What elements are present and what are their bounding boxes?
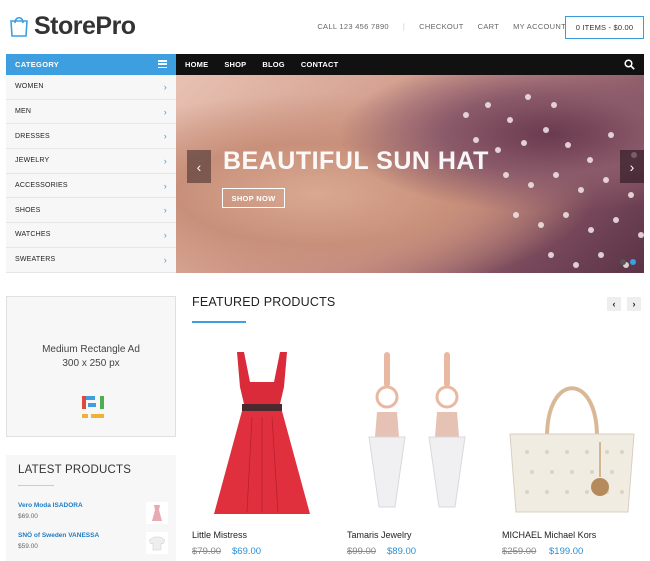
top-navigation: CALL 123 456 7890 | CHECKOUT CART MY ACC… [317,22,566,31]
nav-item-blog[interactable]: BLOG [262,60,284,69]
ad-title: Medium Rectangle Ad [42,344,140,355]
featured-products-title: FEATURED PRODUCTS [192,295,336,309]
my-account-link[interactable]: MY ACCOUNT [513,22,566,31]
product-name[interactable]: MICHAEL Michael Kors [502,530,596,540]
cart-summary-button[interactable]: 0 ITEMS - $0.00 [565,16,644,39]
category-item-watches[interactable]: WATCHES › [6,223,176,248]
category-item-label: SHOES [15,206,41,214]
product-thumbnail[interactable] [146,502,168,524]
category-item-accessories[interactable]: ACCESSORIES › [6,173,176,199]
category-item-dresses[interactable]: DRESSES › [6,124,176,150]
category-item-label: DRESSES [15,132,50,140]
chevron-right-icon: › [163,180,167,191]
category-item-label: WATCHES [15,231,51,239]
category-item-jewelry[interactable]: JEWELRY › [6,149,176,174]
chevron-right-icon: › [163,205,167,216]
category-item-label: SWEATERS [15,256,56,264]
store-logo[interactable]: StorePro [8,8,136,44]
product-thumbnail[interactable] [146,532,168,554]
slider-dot-1[interactable] [620,259,626,265]
chevron-right-icon: › [632,299,636,309]
list-item[interactable]: SNÖ of Sweden VANESSA $59.00 [18,532,168,556]
product-old-price: $99.00 [347,546,377,557]
featured-prev-button[interactable]: ‹ [607,297,621,311]
divider: | [402,22,406,31]
search-icon[interactable] [624,59,635,70]
ad-logo-icon [82,396,104,418]
product-image-earrings[interactable] [347,342,487,522]
latest-products-widget: LATEST PRODUCTS Vero Moda ISADORA $69.00… [6,455,176,561]
chevron-right-icon: › [163,156,167,167]
hero-slider: BEAUTIFUL SUN HAT SHOP NOW ‹ › [176,75,644,273]
slider-next-button[interactable]: › [620,150,644,183]
category-item-men[interactable]: MEN › [6,99,176,125]
product-old-price: $259.00 [502,546,537,557]
category-item-label: ACCESSORIES [15,182,68,190]
hamburger-menu-icon[interactable] [158,60,167,69]
checkout-link[interactable]: CHECKOUT [419,22,464,31]
brand-name: StorePro [34,11,136,40]
category-header[interactable]: CATEGORY [6,54,176,75]
latest-products-title: LATEST PRODUCTS [18,464,132,476]
product-price: $199.00 [549,546,584,557]
product-card[interactable]: MICHAEL Michael Kors $259.00 $199.00 [502,342,642,557]
list-item[interactable]: Vero Moda ISADORA $69.00 [18,502,168,526]
nav-item-contact[interactable]: CONTACT [301,60,339,69]
slider-dot-2[interactable] [630,259,636,265]
featured-next-button[interactable]: › [627,297,641,311]
category-item-shoes[interactable]: SHOES › [6,198,176,224]
category-list: WOMEN › MEN › DRESSES › JEWELRY › ACCESSORIE… [6,75,176,273]
cart-link[interactable]: CART [478,22,499,31]
chevron-right-icon: › [163,131,167,142]
product-price: $89.00 [387,546,417,557]
phone-number: CALL 123 456 7890 [317,22,389,31]
main-navigation: HOME SHOP BLOG CONTACT [176,54,644,75]
product-image-handbag[interactable] [502,342,642,522]
category-item-label: MEN [15,108,32,116]
category-item-women[interactable]: WOMEN › [6,75,176,100]
chevron-right-icon: › [163,106,167,117]
category-item-sweaters[interactable]: SWEATERS › [6,247,176,273]
chevron-right-icon: › [163,254,167,265]
chevron-left-icon: ‹ [196,158,202,175]
product-price: $69.00 [232,546,262,557]
nav-item-shop[interactable]: SHOP [224,60,246,69]
advertisement-box[interactable]: Medium Rectangle Ad 300 x 250 px [6,296,176,437]
chevron-right-icon: › [163,230,167,241]
nav-item-home[interactable]: HOME [185,60,208,69]
chevron-left-icon: ‹ [612,299,616,309]
shop-now-button[interactable]: SHOP NOW [222,188,285,208]
slider-prev-button[interactable]: ‹ [187,150,211,183]
shopping-bag-icon [8,14,30,38]
ad-size: 300 x 250 px [62,358,120,369]
category-header-label: CATEGORY [15,60,60,69]
divider [18,485,54,486]
product-old-price: $79.00 [192,546,222,557]
hero-title: BEAUTIFUL SUN HAT [223,147,489,175]
product-card[interactable]: Little Mistress $79.00 $69.00 [192,342,332,557]
title-underline [192,321,246,323]
category-item-label: JEWELRY [15,157,50,165]
product-name[interactable]: Little Mistress [192,530,247,540]
slider-pagination [620,259,636,265]
chevron-right-icon: › [163,82,167,92]
chevron-right-icon: › [629,158,635,175]
product-name[interactable]: Tamaris Jewelry [347,530,412,540]
product-image-dress[interactable] [192,342,332,522]
product-card[interactable]: Tamaris Jewelry $99.00 $89.00 [347,342,487,557]
category-item-label: WOMEN [15,83,44,91]
